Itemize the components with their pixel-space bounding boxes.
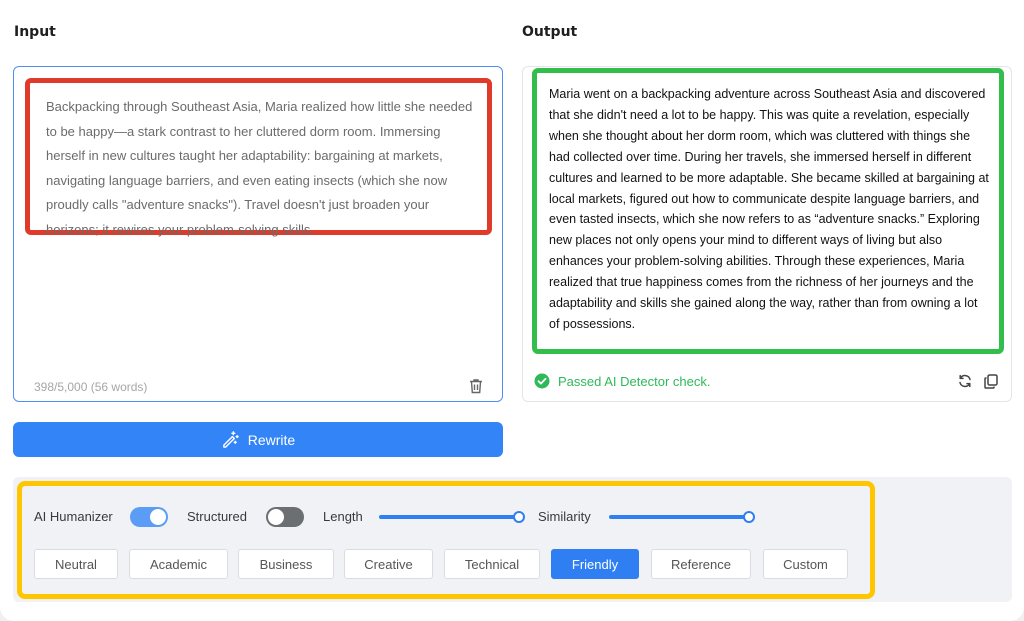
length-label: Length xyxy=(323,509,363,524)
mode-chip-custom[interactable]: Custom xyxy=(763,549,848,579)
mode-chip-neutral[interactable]: Neutral xyxy=(34,549,118,579)
mode-chip-academic[interactable]: Academic xyxy=(129,549,228,579)
length-slider[interactable] xyxy=(379,511,525,523)
settings-panel: AI Humanizer Structured Length Similarit… xyxy=(17,481,875,599)
ai-humanizer-label: AI Humanizer xyxy=(34,509,113,524)
input-title: Input xyxy=(14,24,56,40)
output-panel: Maria went on a backpacking adventure ac… xyxy=(522,66,1012,402)
ai-humanizer-toggle[interactable] xyxy=(130,507,168,527)
similarity-label: Similarity xyxy=(538,509,591,524)
character-counter: 398/5,000 (56 words) xyxy=(34,380,148,394)
check-circle-icon xyxy=(534,373,550,389)
refresh-icon[interactable] xyxy=(957,373,973,389)
output-text: Maria went on a backpacking adventure ac… xyxy=(532,68,1004,354)
output-actions xyxy=(957,373,999,389)
mode-chip-friendly[interactable]: Friendly xyxy=(551,549,639,579)
mode-chip-technical[interactable]: Technical xyxy=(444,549,540,579)
mode-chip-reference[interactable]: Reference xyxy=(651,549,751,579)
paraphraser-card: Input Output Backpacking through Southea… xyxy=(0,0,1024,621)
mode-chip-business[interactable]: Business xyxy=(238,549,334,579)
similarity-slider[interactable] xyxy=(609,511,755,523)
magic-pen-icon xyxy=(221,429,240,451)
detector-status-text: Passed AI Detector check. xyxy=(558,373,711,389)
structured-toggle[interactable] xyxy=(266,507,304,527)
input-panel: Backpacking through Southeast Asia, Mari… xyxy=(13,66,503,402)
trash-icon[interactable] xyxy=(467,377,485,395)
mode-chip-creative[interactable]: Creative xyxy=(344,549,433,579)
detector-status: Passed AI Detector check. xyxy=(534,373,710,389)
input-textarea[interactable]: Backpacking through Southeast Asia, Mari… xyxy=(25,78,492,237)
structured-label: Structured xyxy=(187,509,247,524)
output-title: Output xyxy=(522,24,578,40)
rewrite-label: Rewrite xyxy=(247,431,296,448)
rewrite-button[interactable]: Rewrite xyxy=(13,422,503,457)
copy-icon[interactable] xyxy=(983,373,999,389)
